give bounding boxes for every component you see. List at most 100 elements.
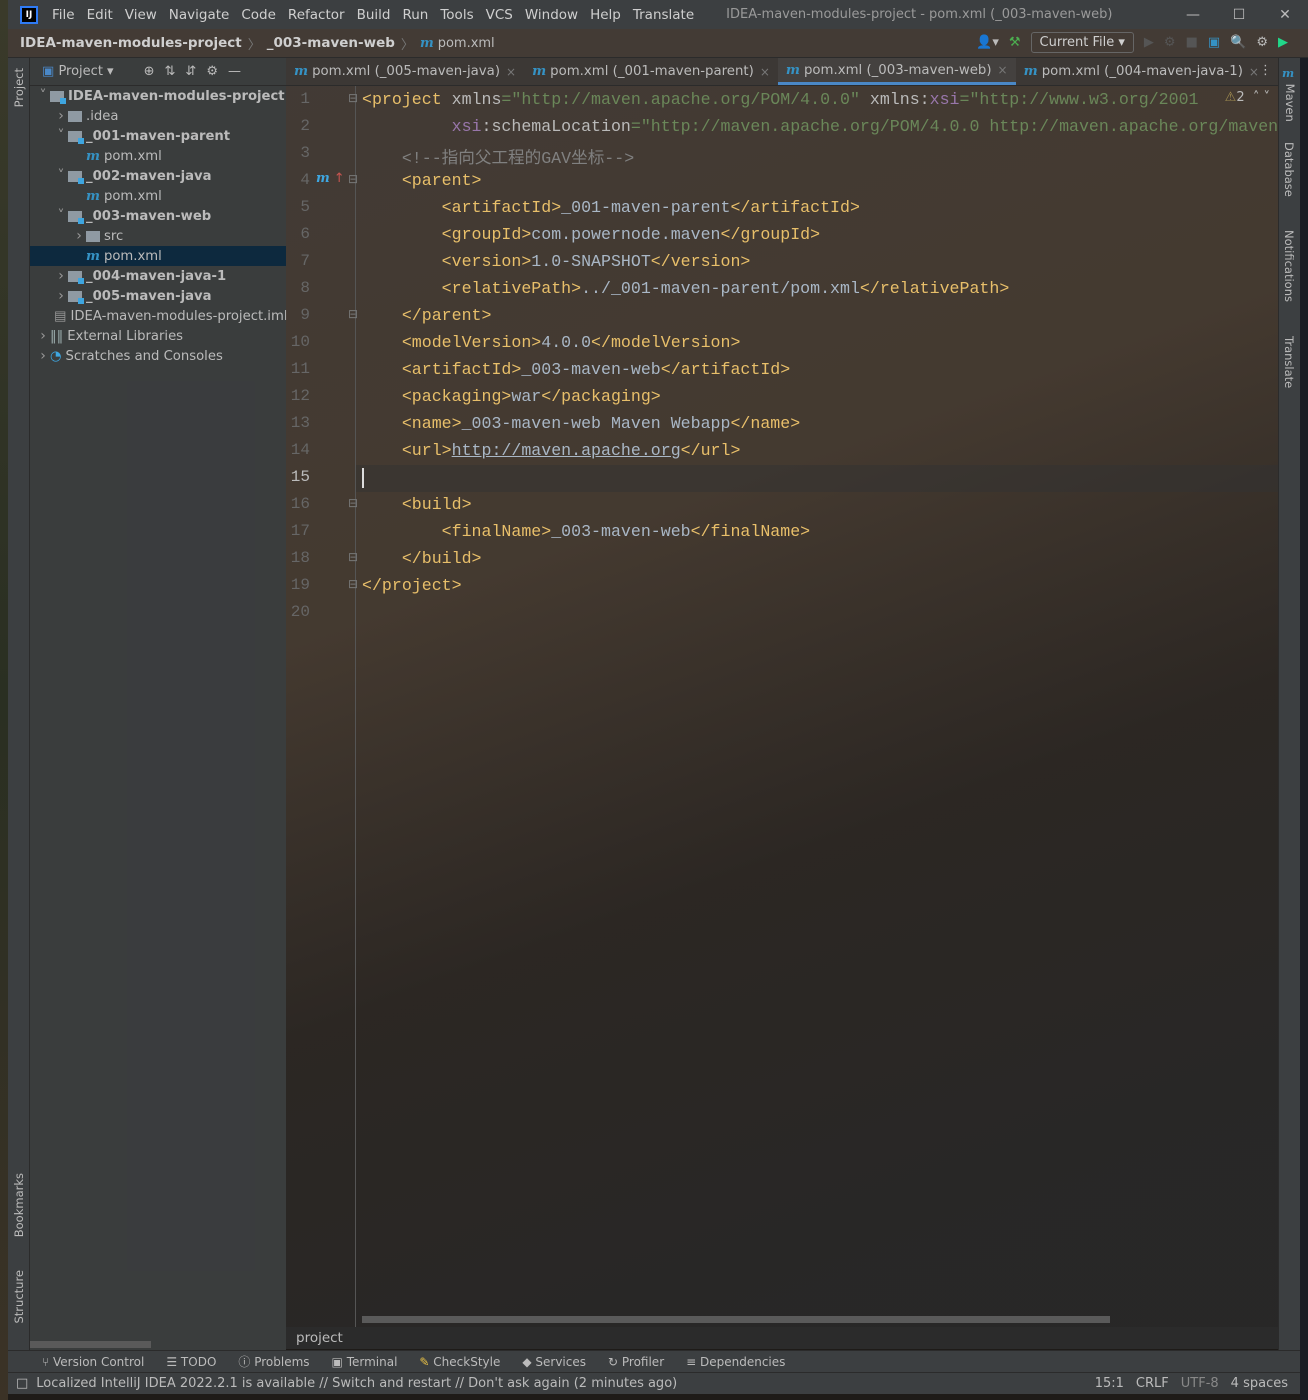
code-line[interactable]: <!--指向父工程的GAV坐标--> (362, 144, 634, 168)
stop-icon[interactable]: ■ (1186, 35, 1198, 50)
menu-run[interactable]: Run (402, 7, 428, 23)
code-line[interactable]: </parent> (362, 306, 492, 325)
menu-code[interactable]: Code (241, 7, 276, 23)
fold-marker-icon[interactable]: ⊟ (348, 172, 358, 186)
menu-translate[interactable]: Translate (633, 7, 694, 23)
code-line[interactable]: <relativePath>../_001-maven-parent/pom.x… (362, 279, 1010, 298)
build-hammer-icon[interactable]: ⚒ (1009, 35, 1021, 50)
tree-item[interactable]: m pom.xml (30, 146, 286, 166)
project-tool-tab[interactable]: Project (12, 68, 26, 107)
code-line[interactable]: </build> (362, 549, 482, 568)
editor-horizontal-scrollbar[interactable] (362, 1316, 1110, 1323)
code-line[interactable]: <url>http://maven.apache.org</url> (362, 441, 741, 460)
close-tab-icon[interactable]: × (998, 63, 1008, 77)
menu-navigate[interactable]: Navigate (169, 7, 230, 23)
tree-item[interactable]: ˅ _003-maven-web (30, 206, 286, 226)
inspection-widget[interactable]: ⚠2 ˄ ˅ (1225, 90, 1270, 105)
chevron-right-icon[interactable]: › (54, 108, 68, 124)
close-icon[interactable]: ✕ (1262, 0, 1308, 29)
maven-parent-gutter-icon[interactable]: m ↑ (316, 171, 345, 186)
chevron-right-icon[interactable]: › (36, 348, 50, 364)
translate-tool-tab[interactable]: Translate (1282, 336, 1296, 388)
chevron-down-icon[interactable]: ˅ (54, 208, 68, 224)
code-line[interactable]: <parent> (362, 171, 482, 190)
tool-version-control[interactable]: ⑂ Version Control (42, 1355, 144, 1369)
tree-item[interactable]: › .idea (30, 106, 286, 126)
code-line[interactable]: <artifactId>_001-maven-parent</artifactI… (362, 198, 860, 217)
expand-all-icon[interactable]: ⇅ (165, 64, 176, 79)
horizontal-scrollbar[interactable] (30, 1341, 151, 1348)
search-icon[interactable]: 🔍 (1230, 35, 1246, 50)
maximize-icon[interactable]: ☐ (1216, 0, 1262, 29)
tree-item[interactable]: ˅ IDEA-maven-modules-project (30, 86, 286, 106)
chevron-down-icon[interactable]: ˅ (54, 168, 68, 184)
tab-pom-xml-001-maven-parent-[interactable]: m pom.xml (_001-maven-parent) × (524, 58, 778, 85)
menu-window[interactable]: Window (525, 7, 578, 23)
tool-services[interactable]: ◆ Services (522, 1355, 586, 1369)
menu-vcs[interactable]: VCS (486, 7, 513, 23)
status-message[interactable]: Localized IntelliJ IDEA 2022.2.1 is avai… (36, 1376, 677, 1391)
breadcrumb-project[interactable]: IDEA-maven-modules-project (20, 35, 242, 51)
run-config-dropdown[interactable]: Current File ▾ (1030, 32, 1134, 53)
tool-dependencies[interactable]: ≡ Dependencies (686, 1355, 785, 1369)
code-line[interactable]: xsi:schemaLocation="http://maven.apache.… (362, 117, 1279, 136)
project-view-dropdown[interactable]: ▣ Project ▾ (42, 64, 114, 79)
code-line[interactable]: <finalName>_003-maven-web</finalName> (362, 522, 810, 541)
maven-tool-tab[interactable]: m Maven (1282, 66, 1298, 122)
more-tabs-icon[interactable]: ⋮ (1259, 63, 1272, 78)
tree-item[interactable]: › ◔ Scratches and Consoles (30, 346, 286, 366)
code-line[interactable]: <packaging>war</packaging> (362, 387, 661, 406)
menu-build[interactable]: Build (357, 7, 391, 23)
tree-item[interactable]: ▤ IDEA-maven-modules-project.iml (30, 306, 287, 326)
chevron-right-icon[interactable]: › (72, 228, 86, 244)
database-tool-tab[interactable]: Database (1282, 142, 1296, 197)
minimize-icon[interactable]: — (1170, 0, 1216, 29)
code-editor[interactable]: 1 2 3 4 5 6 7 8 9 10 11 12 13 14 15 16 17 18 19 20 <project… (286, 86, 1278, 1327)
hide-icon[interactable]: — (228, 64, 241, 79)
tool-terminal[interactable]: ▣ Terminal (332, 1355, 398, 1369)
user-icon[interactable]: 👤▾ (976, 35, 999, 50)
chevron-right-icon[interactable]: › (54, 288, 68, 304)
file-encoding[interactable]: UTF-8 (1181, 1376, 1219, 1391)
menu-tools[interactable]: Tools (440, 7, 473, 23)
translate-icon[interactable]: ▣ (1208, 35, 1220, 50)
code-line[interactable]: <project xmlns="http://maven.apache.org/… (362, 90, 1199, 109)
structure-tool-tab[interactable]: Structure (12, 1270, 26, 1324)
breadcrumb-module[interactable]: _003-maven-web (267, 35, 395, 51)
fold-marker-icon[interactable]: ⊟ (348, 577, 358, 591)
menu-refactor[interactable]: Refactor (288, 7, 345, 23)
debug-icon[interactable]: ⚙ (1164, 35, 1176, 50)
editor-breadcrumb[interactable]: project (286, 1327, 1278, 1349)
tree-item[interactable]: ˅ _001-maven-parent (30, 126, 286, 146)
tool-todo[interactable]: ☰ TODO (166, 1355, 216, 1369)
close-tab-icon[interactable]: × (506, 65, 516, 79)
notifications-tool-tab[interactable]: Notifications (1282, 230, 1296, 302)
code-line[interactable]: <name>_003-maven-web Maven Webapp</name> (362, 414, 800, 433)
code-line[interactable]: <groupId>com.powernode.maven</groupId> (362, 225, 820, 244)
tab-pom-xml-003-maven-web-[interactable]: m pom.xml (_003-maven-web) × (777, 58, 1016, 85)
collapse-all-icon[interactable]: ⇵ (185, 64, 196, 79)
close-tab-icon[interactable]: × (1249, 65, 1259, 79)
code-line[interactable]: <build> (362, 495, 472, 514)
fold-marker-icon[interactable]: ⊟ (348, 307, 358, 321)
tree-item[interactable]: ˅ _002-maven-java (30, 166, 286, 186)
tree-item[interactable]: › _004-maven-java-1 (30, 266, 286, 286)
fold-marker-icon[interactable]: ⊟ (348, 91, 358, 105)
tool-profiler[interactable]: ↻ Profiler (608, 1355, 664, 1369)
tool-problems[interactable]: ⓘ Problems (238, 1353, 309, 1370)
close-tab-icon[interactable]: × (760, 65, 770, 79)
tree-item[interactable]: › ‖‖ External Libraries (30, 326, 286, 346)
run-icon[interactable]: ▶ (1144, 35, 1154, 50)
code-line[interactable]: <artifactId>_003-maven-web</artifactId> (362, 360, 790, 379)
tree-item[interactable]: m pom.xml (30, 246, 286, 266)
menu-edit[interactable]: Edit (87, 7, 113, 23)
tab-pom-xml-004-maven-java-1-[interactable]: m pom.xml (_004-maven-java-1) × (1016, 58, 1267, 85)
fold-marker-icon[interactable]: ⊟ (348, 550, 358, 564)
menu-file[interactable]: File (52, 7, 75, 23)
tab-pom-xml-005-maven-java-[interactable]: m pom.xml (_005-maven-java) × (286, 58, 524, 85)
chevron-down-icon[interactable]: ˅ (54, 128, 68, 144)
tool-checkstyle[interactable]: ✎ CheckStyle (419, 1355, 500, 1369)
tree-item[interactable]: › src (30, 226, 286, 246)
gear-icon[interactable]: ⚙ (1256, 35, 1268, 50)
tree-item[interactable]: m pom.xml (30, 186, 286, 206)
